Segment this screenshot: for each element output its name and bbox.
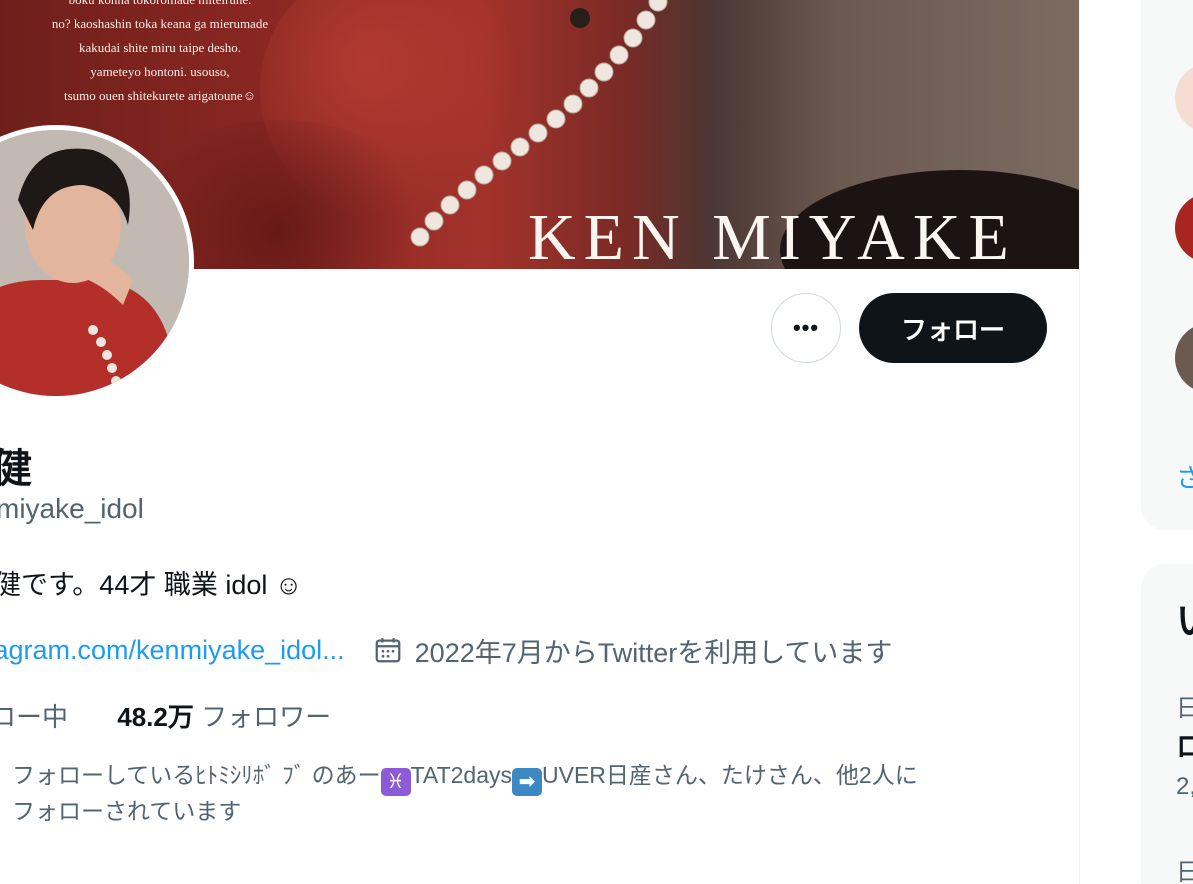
banner-caption: boku konna tokoromade miteirune. no? kao… (0, 0, 320, 108)
follow-button[interactable]: フォロー (859, 293, 1047, 363)
followers-label[interactable]: フォロワー (201, 702, 331, 732)
following-link[interactable]: ロー中 (0, 702, 68, 732)
right-arrow-emoji-icon: ➡ (512, 768, 542, 796)
trend-category: 日 (1176, 859, 1193, 884)
followed-by-text[interactable]: フォローしているﾋﾄﾐｼﾘﾎﾞ ﾌﾞ のあー ♓ TAT2days ➡ UVER日産さん… (12, 760, 1052, 827)
pisces-emoji-icon: ♓ (380, 768, 411, 796)
profile-page: boku konna tokoromade miteirune. no? kao… (0, 0, 1193, 884)
user-handle: miyake_idol (0, 493, 144, 524)
banner-title: KEN MIYAKE (528, 201, 1017, 269)
main-column: boku konna tokoromade miteirune. no? kao… (0, 0, 1080, 884)
banner-caption-line: tsumo ouen shitekurete arigatoune☺ (64, 88, 256, 103)
profile-bio: 健です。44才 職業 idol ☺ (0, 570, 303, 600)
followers-count[interactable]: 48.2万 (117, 702, 194, 732)
trend-name[interactable]: ロ (1176, 725, 1193, 765)
followed-by-part: フォローしているﾋﾄﾐｼﾘﾎﾞ ﾌﾞ のあー (12, 762, 381, 788)
profile-meta: tagram.com/kenmiyake_idol... 2022年7月からTw… (0, 630, 892, 670)
banner-caption-line: kakudai shite miru taipe desho. (78, 40, 242, 55)
show-more-link[interactable]: さ (1176, 458, 1193, 495)
banner-caption-line: boku konna tokoromade miteirune. (0, 0, 320, 12)
profile-website-link[interactable]: tagram.com/kenmiyake_idol... (0, 635, 345, 666)
followed-by-line2: フォローされています (12, 798, 242, 824)
banner-caption-line: yameteyo hontoni. usouso, (90, 64, 230, 79)
trend-count: 2, (1176, 773, 1193, 800)
join-date: 2022年7月からTwitterを利用しています (414, 637, 893, 668)
followed-by-part: TAT2days (410, 762, 512, 788)
right-sidebar: さ い 日 ロ 2, 日 (1080, 0, 1193, 884)
banner-caption-line: no? kaoshashin toka keana ga mierumade (51, 16, 269, 31)
trends-title: い (1176, 590, 1193, 645)
display-name: 健 (0, 447, 32, 491)
followed-by-part: UVER日産さん、たけさん、他2人に (542, 762, 918, 788)
calendar-icon (375, 638, 401, 663)
more-options-button[interactable]: ••• (771, 293, 841, 363)
follow-stats: ロー中 48.2万 フォロワー (0, 697, 331, 734)
trend-category: 日 (1176, 695, 1193, 722)
